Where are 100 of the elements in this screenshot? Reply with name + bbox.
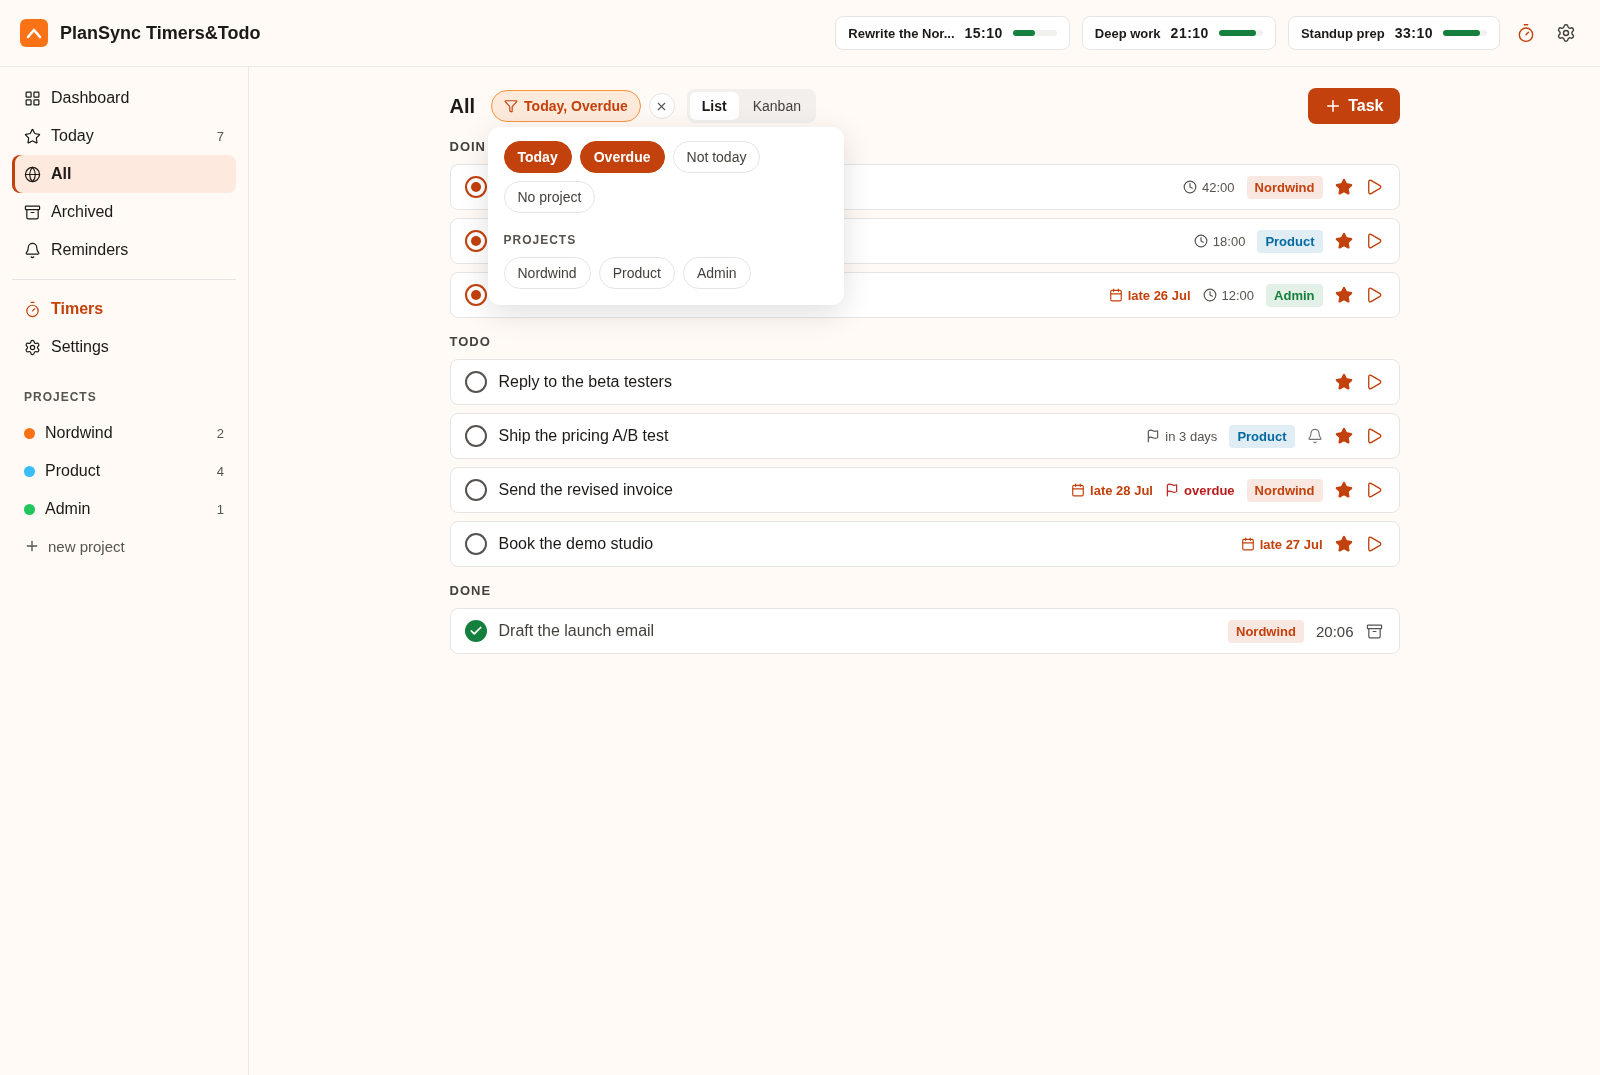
dashboard-icon	[24, 89, 41, 107]
filter-option[interactable]: No project	[503, 181, 596, 213]
in-progress-indicator[interactable]	[464, 176, 487, 198]
star-icon[interactable]	[1334, 481, 1353, 499]
task-title: Ship the pricing A/B test	[498, 427, 669, 444]
project-item[interactable]: Product 4	[12, 452, 236, 490]
check-icon	[468, 624, 483, 638]
item-count: 4	[216, 463, 224, 479]
archive-icon[interactable]	[1365, 622, 1383, 640]
view-tab[interactable]: Kanban	[740, 92, 813, 120]
filter-option[interactable]: Overdue	[579, 141, 665, 173]
checked-checkbox[interactable]	[464, 620, 487, 642]
clock-icon	[1193, 234, 1208, 248]
flag-icon	[1146, 429, 1161, 443]
in-progress-indicator[interactable]	[464, 230, 487, 252]
sidebar-item[interactable]: Dashboard	[12, 79, 236, 117]
calendar-icon	[1240, 537, 1255, 551]
due-date: late 28 Jul	[1090, 482, 1153, 498]
star-icon[interactable]	[1334, 535, 1353, 553]
project-item[interactable]: Nordwind 2	[12, 414, 236, 452]
sidebar-item[interactable]: Timers	[12, 290, 236, 328]
section-heading: TODO	[449, 334, 492, 349]
section-heading: PROJECTS	[503, 233, 578, 247]
filter-option[interactable]: Admin	[682, 257, 751, 289]
checkbox[interactable]	[464, 425, 487, 447]
settings-icon	[24, 338, 41, 356]
bell-icon	[24, 241, 41, 259]
project-name: Admin	[45, 500, 92, 518]
globe-icon	[24, 165, 41, 183]
duration: 18:00	[1212, 233, 1246, 249]
clear-filter-button[interactable]	[648, 93, 675, 119]
star-icon[interactable]	[1334, 373, 1353, 391]
star-icon[interactable]	[1334, 286, 1353, 304]
timer-card[interactable]: Deep work 21:10	[1081, 16, 1276, 50]
star-icon[interactable]	[1334, 427, 1353, 445]
task-title: Reply to the beta testers	[498, 373, 672, 390]
task-row[interactable]: Ship the pricing A/B test in 3 days Product	[449, 413, 1400, 459]
task-row[interactable]: Draft the launch email Nordwind 20:06	[449, 608, 1400, 654]
star-icon[interactable]	[1334, 178, 1353, 196]
in-progress-indicator[interactable]	[464, 284, 487, 306]
add-task-button[interactable]: Task	[1308, 88, 1400, 124]
sidebar-item[interactable]: Reminders	[12, 231, 236, 269]
sidebar-item[interactable]: Archived	[12, 193, 236, 231]
clock-icon	[1202, 288, 1217, 302]
app-title: PlanSync Timers&Todo	[60, 22, 262, 44]
task-title: Book the demo studio	[498, 535, 654, 552]
timer-card[interactable]: Standup prep 33:10	[1287, 16, 1500, 50]
plus-icon	[24, 538, 40, 554]
checkbox[interactable]	[464, 533, 487, 555]
sidebar-item[interactable]: All	[12, 155, 236, 193]
project-tag: Admin	[1266, 283, 1323, 307]
item-count: 2	[216, 425, 224, 441]
star-icon	[24, 127, 41, 145]
deadline: overdue	[1184, 482, 1235, 498]
archive-icon	[24, 203, 41, 221]
page-title: All	[449, 94, 476, 118]
checkbox[interactable]	[464, 371, 487, 393]
view-tab[interactable]: List	[689, 92, 739, 120]
section-heading: DONE	[449, 583, 493, 598]
project-tag: Nordwind	[1228, 619, 1304, 643]
flag-icon	[1165, 483, 1179, 497]
timer-card[interactable]: Rewrite the Nor... 15:10	[835, 16, 1070, 50]
done-time: 20:06	[1315, 622, 1354, 640]
due-date: late 27 Jul	[1259, 536, 1323, 552]
star-icon[interactable]	[1334, 232, 1353, 250]
due-date: late 26 Jul	[1127, 287, 1191, 303]
project-item[interactable]: Admin 1	[12, 490, 236, 528]
sidebar-item[interactable]: Settings	[12, 328, 236, 366]
duration: 12:00	[1221, 287, 1255, 303]
checkbox[interactable]	[464, 479, 487, 501]
sidebar-item[interactable]: Today 7	[12, 117, 236, 155]
filter-option[interactable]: Product	[598, 257, 675, 289]
filter-icon	[504, 99, 519, 113]
stopwatch-icon	[24, 300, 41, 318]
task-row[interactable]: Book the demo studio late 27 Jul	[449, 521, 1400, 567]
project-tag: Nordwind	[1246, 478, 1323, 502]
project-tag: Product	[1257, 229, 1323, 253]
app-logo	[20, 19, 48, 47]
item-count: 7	[216, 128, 224, 144]
filter-option[interactable]: Not today	[672, 141, 761, 173]
filter-option[interactable]: Nordwind	[503, 257, 591, 289]
section-heading: PROJECTS	[23, 389, 98, 406]
duration: 42:00	[1202, 179, 1235, 195]
project-name: Product	[45, 462, 102, 480]
section-heading: DOIN	[449, 139, 487, 154]
calendar-icon	[1108, 288, 1123, 302]
deadline: in 3 days	[1165, 428, 1218, 444]
project-tag: Product	[1229, 424, 1295, 448]
filter-button[interactable]: Today, Overdue	[491, 90, 641, 122]
item-count: 1	[216, 501, 224, 517]
project-name: Nordwind	[45, 424, 114, 442]
task-row[interactable]: Send the revised invoice late 28 Jul overdue Nordwind	[449, 467, 1400, 513]
task-title: Send the revised invoice	[498, 481, 673, 498]
task-row[interactable]: Reply to the beta testers	[449, 359, 1400, 405]
new-project-link[interactable]: new project	[12, 528, 236, 564]
calendar-icon	[1071, 483, 1086, 497]
filter-option[interactable]: Today	[503, 141, 572, 173]
project-tag: Nordwind	[1246, 175, 1323, 199]
bell-icon[interactable]	[1306, 428, 1323, 444]
clock-icon	[1183, 180, 1197, 194]
